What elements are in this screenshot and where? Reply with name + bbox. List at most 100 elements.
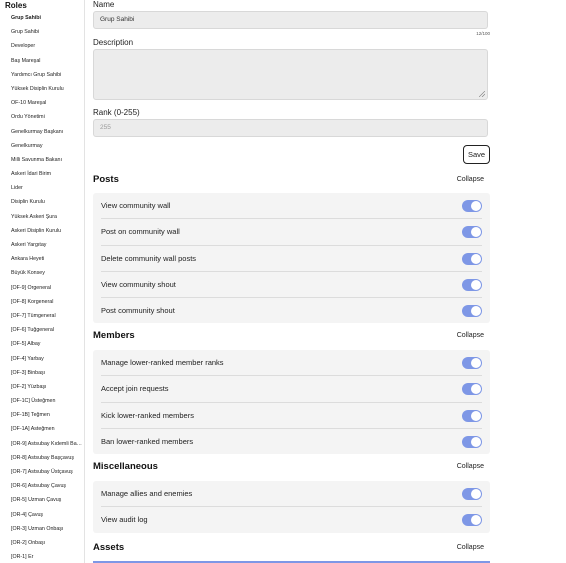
permission-label: Post on community wall [101, 227, 180, 237]
permission-label: Kick lower-ranked members [101, 410, 194, 420]
permission-row: Delete community wall posts [101, 246, 482, 272]
name-label: Name [93, 0, 115, 9]
role-item[interactable]: [OR-2] Onbaşı [0, 536, 84, 550]
role-item[interactable]: [OR-3] Uzman Onbaşı [0, 522, 84, 536]
permission-list: View community wall Post on community wal… [93, 193, 490, 324]
permission-row: Manage lower-ranked member ranks [101, 350, 482, 377]
role-item[interactable]: Askeri Disiplin Kurulu [0, 224, 84, 238]
role-item[interactable]: Lider [0, 181, 84, 195]
toggle-knob [471, 279, 481, 290]
role-item[interactable]: [OR-9] Astsubay Kıdemli Başçavuş [0, 437, 84, 451]
role-item[interactable]: Yüksek Askeri Şura [0, 210, 84, 224]
toggle-knob [471, 201, 481, 211]
toggle-knob [471, 253, 481, 264]
description-textarea[interactable] [93, 49, 488, 100]
name-char-counter: 12/100 [476, 31, 490, 36]
section-title-members: Members [93, 330, 135, 341]
role-item[interactable]: OF-10 Mareşal [0, 96, 84, 110]
section-title-assets: Assets [93, 542, 125, 553]
collapse-button-members[interactable]: Collapse [457, 332, 484, 339]
role-item[interactable]: Genelkurmay Başkanı [0, 125, 84, 139]
role-item[interactable]: Büyük Konsey [0, 266, 84, 280]
permission-label: View audit log [101, 515, 148, 525]
permission-toggle[interactable] [462, 435, 482, 448]
permission-row: Kick lower-ranked members [101, 403, 482, 429]
permission-label: View community wall [101, 201, 171, 210]
role-item[interactable]: Developer [0, 39, 84, 53]
permission-toggle[interactable] [462, 226, 482, 239]
role-item[interactable]: [OR-7] Astsubay Üstçavuş [0, 465, 84, 479]
role-item[interactable]: Askeri İdari Birim [0, 167, 84, 181]
rank-label: Rank (0-255) [93, 108, 140, 117]
permission-toggle[interactable] [462, 278, 482, 291]
role-item[interactable]: [OR-5] Uzman Çavuş [0, 493, 84, 507]
role-item[interactable]: Disiplin Kurulu [0, 195, 84, 209]
role-item[interactable]: Askeri Yargıtay [0, 238, 84, 252]
permission-label: Post community shout [101, 306, 175, 316]
role-item[interactable]: [OF-6] Tuğgeneral [0, 323, 84, 337]
permission-toggle[interactable] [462, 383, 482, 396]
permission-row: Post on community wall [101, 219, 482, 246]
role-item[interactable]: Ankara Heyeti [0, 252, 84, 266]
role-item[interactable]: [OF-9] Orgeneral [0, 281, 84, 295]
permission-row: Ban lower-ranked members [101, 429, 482, 454]
role-item[interactable]: [OF-7] Tümgeneral [0, 309, 84, 323]
permission-toggle[interactable] [462, 252, 482, 265]
role-item[interactable]: [OF-1B] Teğmen [0, 408, 84, 422]
toggle-knob [471, 410, 481, 421]
resize-grip-icon[interactable] [479, 91, 485, 97]
role-item[interactable]: Genelkurmay [0, 139, 84, 153]
role-item[interactable]: Yardımcı Grup Sahibi [0, 68, 84, 82]
roles-title: Roles [5, 1, 27, 10]
role-item[interactable]: Yüksek Disiplin Kurulu [0, 82, 84, 96]
toggle-knob [471, 489, 481, 499]
role-item[interactable]: Grup Sahibi [0, 11, 84, 25]
permission-toggle[interactable] [462, 305, 482, 318]
toggle-knob [471, 358, 481, 368]
roles-list: Grup Sahibi Grup Sahibi Developer Baş Mareş… [0, 11, 84, 563]
collapse-button-miscellaneous[interactable]: Collapse [457, 463, 484, 470]
permission-row: View audit log [101, 507, 482, 532]
permission-label: Ban lower-ranked members [101, 436, 194, 446]
role-item[interactable]: [OF-3] Binbaşı [0, 366, 84, 380]
permission-label: View community shout [101, 279, 176, 289]
permission-row: Accept join requests [101, 376, 482, 403]
role-item[interactable]: Ordu Yönetimi [0, 110, 84, 124]
permission-toggle[interactable] [462, 357, 482, 369]
description-label: Description [93, 38, 134, 47]
permission-list: Manage lower-ranked member ranks Accept j… [93, 350, 490, 455]
permission-label: Delete community wall posts [101, 253, 197, 263]
permission-label: Manage allies and enemies [101, 489, 193, 498]
section-title-posts: Posts [93, 174, 119, 185]
role-item[interactable]: [OF-5] Albay [0, 337, 84, 351]
section-title-miscellaneous: Miscellaneous [93, 461, 158, 472]
role-item[interactable]: [OF-8] Korgeneral [0, 295, 84, 309]
permission-label: Accept join requests [101, 384, 169, 394]
permission-toggle[interactable] [462, 409, 482, 422]
role-item[interactable]: [OR-1] Er [0, 550, 84, 563]
role-item[interactable]: [OR-4] Çavuş [0, 508, 84, 522]
permission-row: View community wall [101, 193, 482, 220]
role-item[interactable]: Grup Sahibi [0, 25, 84, 39]
collapse-button-posts[interactable]: Collapse [457, 176, 484, 183]
permission-row: Manage allies and enemies [101, 481, 482, 508]
permission-toggle[interactable] [462, 200, 482, 212]
name-input[interactable]: Grup Sahibi [93, 11, 488, 29]
permission-row: Post community shout [101, 298, 482, 323]
collapse-button-assets[interactable]: Collapse [457, 544, 484, 551]
save-button[interactable]: Save [463, 145, 490, 164]
permission-toggle[interactable] [462, 488, 482, 500]
rank-input[interactable]: 255 [93, 119, 488, 137]
role-item[interactable]: [OR-6] Astsubay Çavuş [0, 479, 84, 493]
role-item[interactable]: [OF-2] Yüzbaşı [0, 380, 84, 394]
role-item[interactable]: [OF-1C] Üsteğmen [0, 394, 84, 408]
role-item[interactable]: Milli Savunma Bakanı [0, 153, 84, 167]
permission-toggle[interactable] [462, 514, 482, 527]
roles-sidebar: Roles Grup Sahibi Grup Sahibi Developer Baş… [0, 0, 85, 563]
role-item[interactable]: Baş Mareşal [0, 54, 84, 68]
role-item[interactable]: [OF-4] Yarbay [0, 352, 84, 366]
role-item[interactable]: [OR-8] Astsubay Başçavuş [0, 451, 84, 465]
role-item[interactable]: [OF-1A] Asteğmen [0, 422, 84, 436]
toggle-knob [471, 436, 481, 447]
permission-label: Manage lower-ranked member ranks [101, 358, 224, 367]
